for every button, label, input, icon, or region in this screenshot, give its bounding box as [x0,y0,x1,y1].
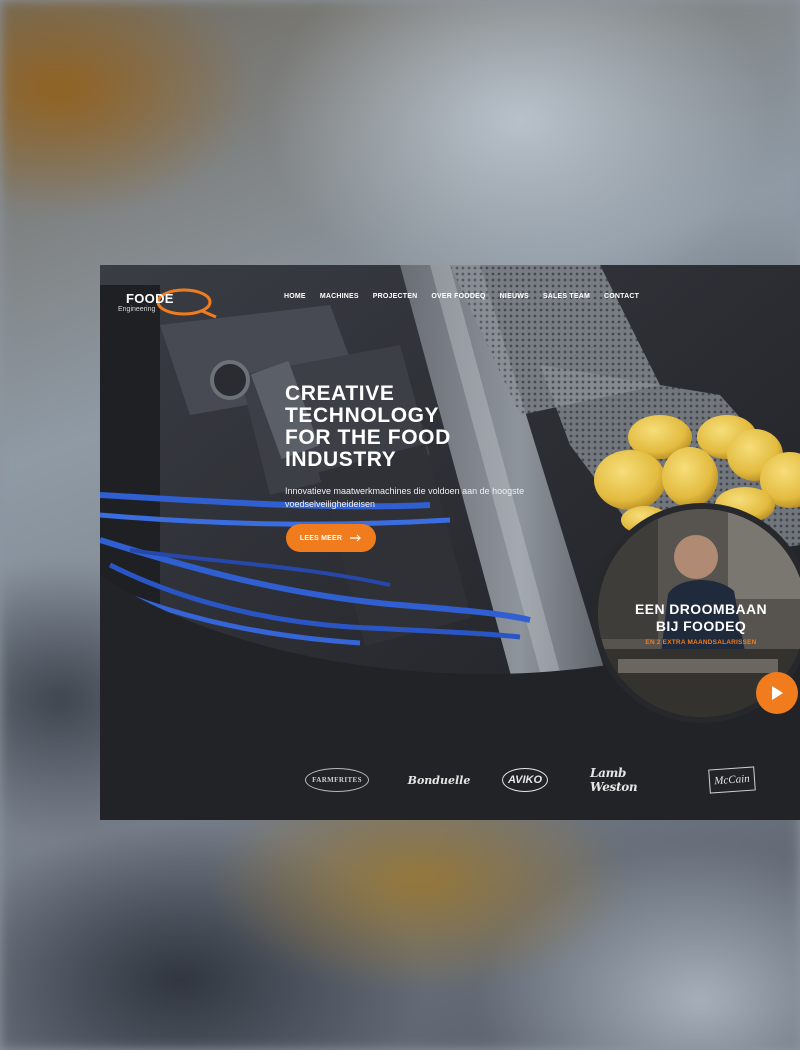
lees-meer-button[interactable]: LEES MEER [286,524,376,552]
client-logo-lamb-weston: Lamb Weston [590,766,638,794]
website-screenshot: FOODEQ Engineering HOME MACHINES PROJECT… [100,265,800,820]
headline-line: INDUSTRY [285,448,397,471]
nav-over-foodeq[interactable]: OVER FOODEQ [431,293,485,300]
foodeq-logo[interactable]: FOODEQ Engineering [118,287,217,321]
nav-contact[interactable]: CONTACT [604,293,639,300]
client-logo-farmfrites: FARMFRITES [305,768,369,792]
play-video-button[interactable] [756,672,798,714]
lees-meer-label: LEES MEER [299,534,343,542]
nav-projecten[interactable]: PROJECTEN [373,293,418,300]
client-logo-bonduelle: Bonduelle [407,773,471,787]
logo-wordmark: FOODEQ [126,291,174,306]
hero-subtext: Innovatieve maatwerkmachines die voldoen… [285,486,525,509]
hero-headline: CREATIVE TECHNOLOGY FOR THE FOOD INDUSTR… [285,383,505,471]
nav-nieuws[interactable]: NIEUWS [500,293,529,300]
top-navigation: FOODEQ Engineering HOME MACHINES PROJECT… [100,265,800,325]
client-logo-aviko: AVIKO [502,768,548,792]
logo-subtitle: Engineering [118,306,156,313]
play-icon [772,686,783,700]
job-promo-title: EEN DROOMBAAN BIJ FOODEQ [635,601,767,634]
client-logo-mccain: McCain [708,766,756,794]
nav-home[interactable]: HOME [284,293,306,300]
client-logos: FARMFRITES Bonduelle AVIKO Lamb Weston M… [100,765,800,805]
headline-line: FOR THE FOOD [285,426,451,449]
headline-line: CREATIVE [285,382,395,405]
job-promo[interactable]: EEN DROOMBAAN BIJ FOODEQ EN 2 EXTRA MAAN… [592,503,800,723]
arrow-right-icon [350,534,361,542]
nav-machines[interactable]: MACHINES [320,293,359,300]
job-promo-subtitle: EN 2 EXTRA MAANDSALARISSEN [645,639,757,646]
headline-line: TECHNOLOGY [285,404,440,427]
nav-sales-team[interactable]: SALES TEAM [543,293,590,300]
main-menu: HOME MACHINES PROJECTEN OVER FOODEQ NIEU… [284,293,653,300]
